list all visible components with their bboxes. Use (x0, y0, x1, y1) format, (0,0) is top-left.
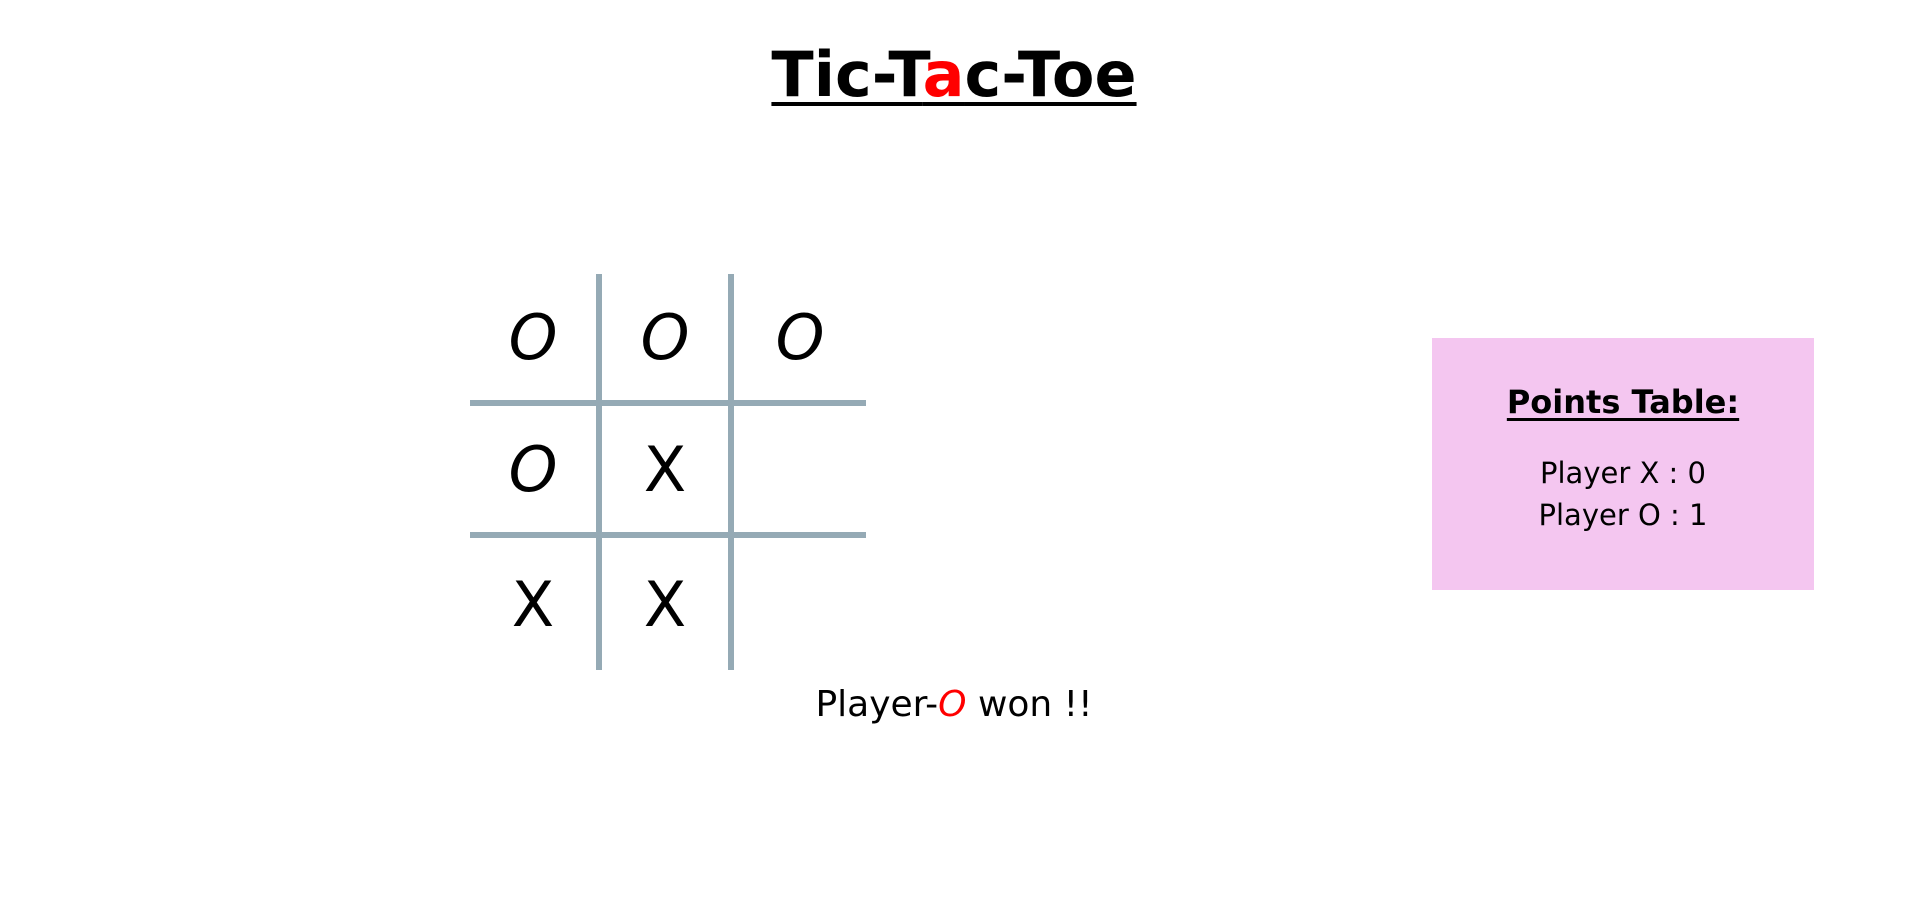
board-cell-1[interactable]: O (470, 274, 602, 406)
board-cell-2[interactable]: O (602, 274, 734, 406)
player-o-label: Player O : (1538, 498, 1690, 532)
title-part-2: c-Toe (964, 38, 1137, 111)
player-x-label: Player X : (1540, 456, 1688, 490)
board-cell-9[interactable] (734, 538, 866, 670)
title-part-1: Tic-T (771, 38, 923, 111)
player-o-score-row: Player O : 1 (1432, 494, 1814, 536)
player-o-score: 1 (1689, 498, 1708, 532)
board-cell-4[interactable]: O (470, 406, 602, 538)
player-x-score: 0 (1687, 456, 1706, 490)
board-cell-6[interactable] (734, 406, 866, 538)
status-suffix: won !! (966, 684, 1093, 725)
player-x-score-row: Player X : 0 (1432, 452, 1814, 494)
title-underline: Tic-Tac-Toe (771, 38, 1136, 111)
game-board: O O O O X X X (470, 274, 866, 670)
game-status-message: Player-O won !! (0, 680, 1908, 730)
board-cell-8[interactable]: X (602, 538, 734, 670)
board-cell-5[interactable]: X (602, 406, 734, 538)
status-prefix: Player- (815, 684, 939, 725)
board-cell-7[interactable]: X (470, 538, 602, 670)
status-winner: O (938, 684, 967, 725)
points-table-panel: Points Table: Player X : 0 Player O : 1 (1432, 338, 1814, 590)
points-table-heading: Points Table: (1506, 383, 1740, 421)
page-title: Tic-Tac-Toe (0, 30, 1908, 120)
title-accent-letter: a (922, 38, 965, 111)
board-cell-3[interactable]: O (734, 274, 866, 406)
